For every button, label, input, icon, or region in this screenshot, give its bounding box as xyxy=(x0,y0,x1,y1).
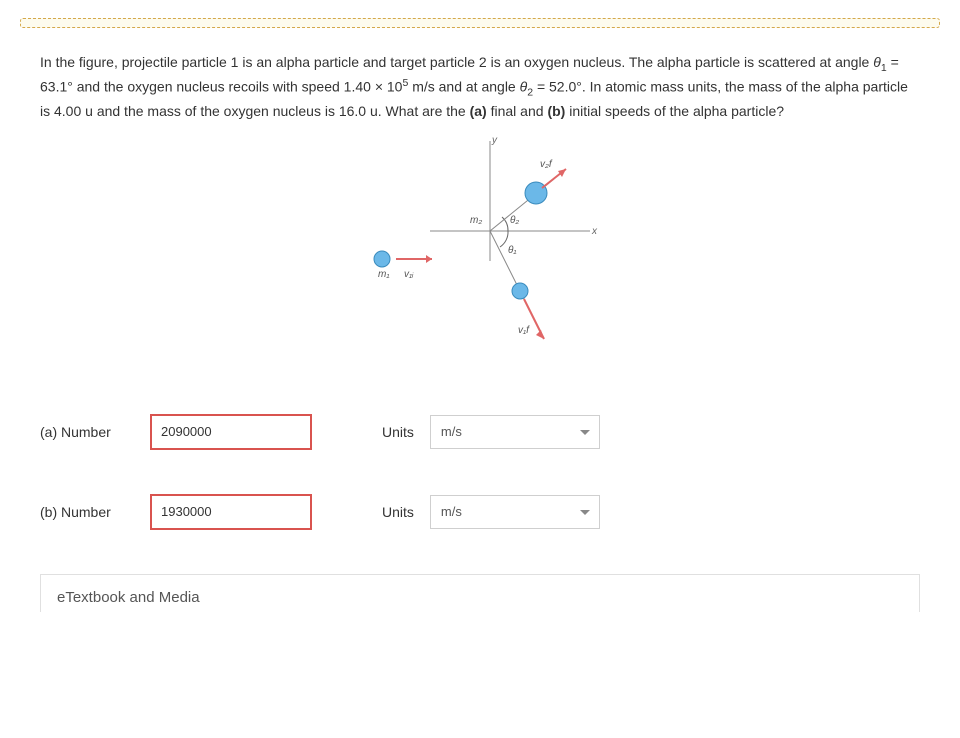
context-header-bar xyxy=(20,18,940,28)
answer-b-units-label: Units xyxy=(382,504,414,520)
answer-b-number-wrap xyxy=(150,494,312,530)
answer-a-units-select[interactable]: m/s xyxy=(430,415,600,449)
scattering-diagram-icon: y x m₁ v₁ᵢ m₂ θ₂ θ₁ v₂f v₁f xyxy=(340,131,620,371)
problem-statement: In the figure, projectile particle 1 is … xyxy=(40,52,920,121)
svg-text:y: y xyxy=(491,135,498,146)
answer-b-label: (b) Number xyxy=(40,504,150,520)
answers-section: (a) Number Units m/s (b) Number Units m/… xyxy=(40,414,920,530)
answer-row-a: (a) Number Units m/s xyxy=(40,414,920,450)
svg-text:v₁ᵢ: v₁ᵢ xyxy=(404,269,414,280)
answer-b-units-select[interactable]: m/s xyxy=(430,495,600,529)
etextbook-media-section[interactable]: eTextbook and Media xyxy=(40,574,920,612)
answer-a-label: (a) Number xyxy=(40,424,150,440)
svg-text:v₁f: v₁f xyxy=(518,325,530,336)
svg-text:v₂f: v₂f xyxy=(540,159,553,170)
svg-text:θ₁: θ₁ xyxy=(508,245,517,256)
svg-text:x: x xyxy=(591,226,598,237)
answer-a-units-label: Units xyxy=(382,424,414,440)
answer-row-b: (b) Number Units m/s xyxy=(40,494,920,530)
figure-diagram: y x m₁ v₁ᵢ m₂ θ₂ θ₁ v₂f v₁f xyxy=(0,131,960,374)
answer-a-number-input[interactable] xyxy=(151,415,311,449)
answer-a-units-select-wrap: m/s xyxy=(430,415,600,449)
answer-b-number-input[interactable] xyxy=(151,495,311,529)
answer-b-units-select-wrap: m/s xyxy=(430,495,600,529)
answer-a-number-wrap xyxy=(150,414,312,450)
svg-text:m₁: m₁ xyxy=(378,269,389,280)
svg-text:θ₂: θ₂ xyxy=(510,215,519,226)
svg-text:m₂: m₂ xyxy=(470,215,482,226)
